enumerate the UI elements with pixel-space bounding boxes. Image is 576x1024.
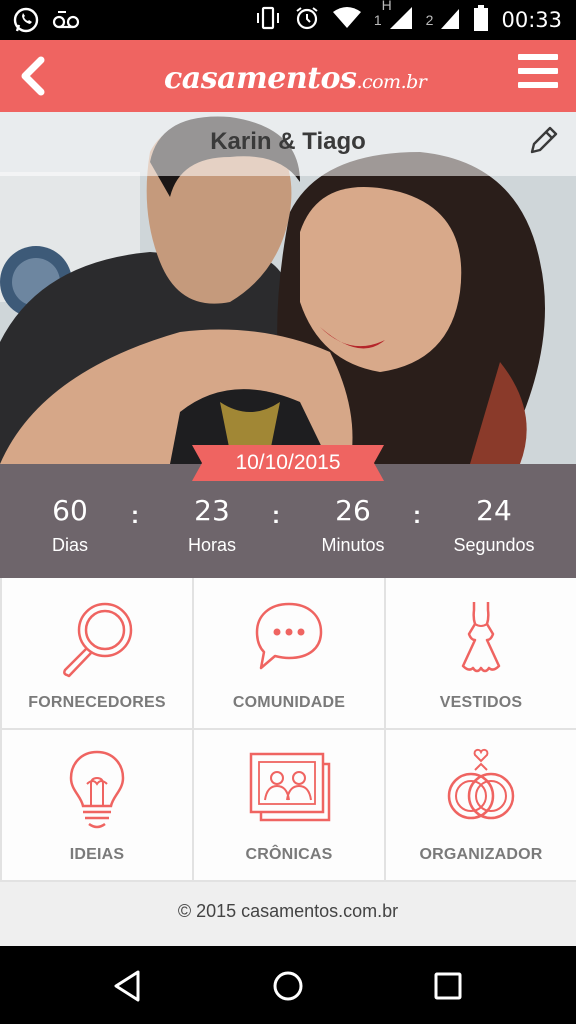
footer: © 2015 casamentos.com.br <box>0 882 576 946</box>
countdown: 60 Dias : 23 Horas : 26 Minutos : 24 Seg… <box>0 464 576 578</box>
vibrate-icon <box>254 5 282 36</box>
rings-icon <box>447 748 515 820</box>
tile-cronicas[interactable]: CRÔNICAS <box>194 730 384 880</box>
seconds-value: 24 <box>476 494 512 527</box>
network-type-label: H <box>381 0 392 13</box>
edit-button[interactable] <box>526 124 562 162</box>
seconds-label: Segundos <box>453 535 535 555</box>
tile-vestidos[interactable]: VESTIDOS <box>386 578 576 728</box>
tile-label: VESTIDOS <box>439 694 523 711</box>
chat-bubble-icon <box>255 602 323 670</box>
clock: 00:33 <box>501 8 562 32</box>
battery-icon <box>473 4 489 37</box>
tile-label: FORNECEDORES <box>28 694 166 711</box>
countdown-days: 60 Dias <box>0 494 140 556</box>
couple-names: Karin & Tiago <box>210 128 366 155</box>
alarm-icon <box>294 5 320 36</box>
whatsapp-icon <box>12 6 40 39</box>
copyright-text: © 2015 casamentos.com.br <box>177 901 399 921</box>
wedding-date-ribbon: 10/10/2015 <box>192 445 384 481</box>
magnifier-icon <box>63 602 133 678</box>
brand-logo[interactable]: casamentos.com.br <box>162 46 427 104</box>
nav-back-button[interactable] <box>106 964 150 1008</box>
days-value: 60 <box>52 494 88 527</box>
hours-label: Horas <box>187 535 236 555</box>
logo-text: casamentos <box>164 60 357 96</box>
home-circle-icon <box>273 971 303 1001</box>
tile-label: ORGANIZADOR <box>419 846 543 863</box>
system-nav-bar <box>0 946 576 1024</box>
menu-grid: FORNECEDORES COMUNIDADE VESTIDOS IDEIAS <box>0 578 576 882</box>
menu-bar-icon <box>518 54 558 60</box>
names-bar: Karin & Tiago <box>0 112 576 176</box>
status-bar: 1 H 2 00:33 <box>0 0 576 40</box>
hours-value: 23 <box>194 494 230 527</box>
countdown-hours: 23 Horas <box>142 494 282 556</box>
tile-fornecedores[interactable]: FORNECEDORES <box>2 578 192 728</box>
menu-bar-icon <box>518 82 558 88</box>
logo-wordmark: casamentos.com.br <box>164 60 427 96</box>
countdown-seconds: 24 Segundos <box>424 494 564 556</box>
tile-label: COMUNIDADE <box>232 694 346 711</box>
menu-bar-icon <box>518 68 558 74</box>
photo-album-icon <box>249 752 331 822</box>
pencil-icon <box>530 126 558 154</box>
dress-icon <box>461 602 501 673</box>
voicemail-icon <box>52 10 80 35</box>
sim1-label: 1 <box>373 12 382 28</box>
back-button[interactable] <box>12 50 52 102</box>
minutes-label: Minutos <box>321 535 385 555</box>
logo-suffix: .com.br <box>356 70 427 93</box>
wifi-icon <box>332 6 362 35</box>
countdown-separator: : <box>131 502 139 529</box>
signal-icon: H <box>382 0 414 36</box>
chevron-left-icon <box>21 56 45 96</box>
app-header: casamentos.com.br <box>0 40 576 112</box>
tile-label: IDEIAS <box>69 846 125 863</box>
tile-organizador[interactable]: ORGANIZADOR <box>386 730 576 880</box>
sim2-label: 2 <box>425 12 434 28</box>
signal-icon <box>439 5 461 36</box>
nav-recents-button[interactable] <box>426 964 470 1008</box>
tile-label: CRÔNICAS <box>245 846 333 863</box>
lightbulb-icon <box>69 750 125 829</box>
countdown-separator: : <box>272 502 280 529</box>
hamburger-menu-button[interactable] <box>518 54 558 98</box>
recents-square-icon <box>434 972 462 1000</box>
back-triangle-icon <box>114 970 140 1002</box>
minutes-value: 26 <box>335 494 371 527</box>
countdown-separator: : <box>413 502 421 529</box>
tile-comunidade[interactable]: COMUNIDADE <box>194 578 384 728</box>
countdown-minutes: 26 Minutos <box>283 494 423 556</box>
nav-home-button[interactable] <box>266 964 310 1008</box>
couple-photo: Karin & Tiago <box>0 112 576 464</box>
wedding-date: 10/10/2015 <box>235 451 341 474</box>
tile-ideias[interactable]: IDEIAS <box>2 730 192 880</box>
days-label: Dias <box>51 535 88 555</box>
